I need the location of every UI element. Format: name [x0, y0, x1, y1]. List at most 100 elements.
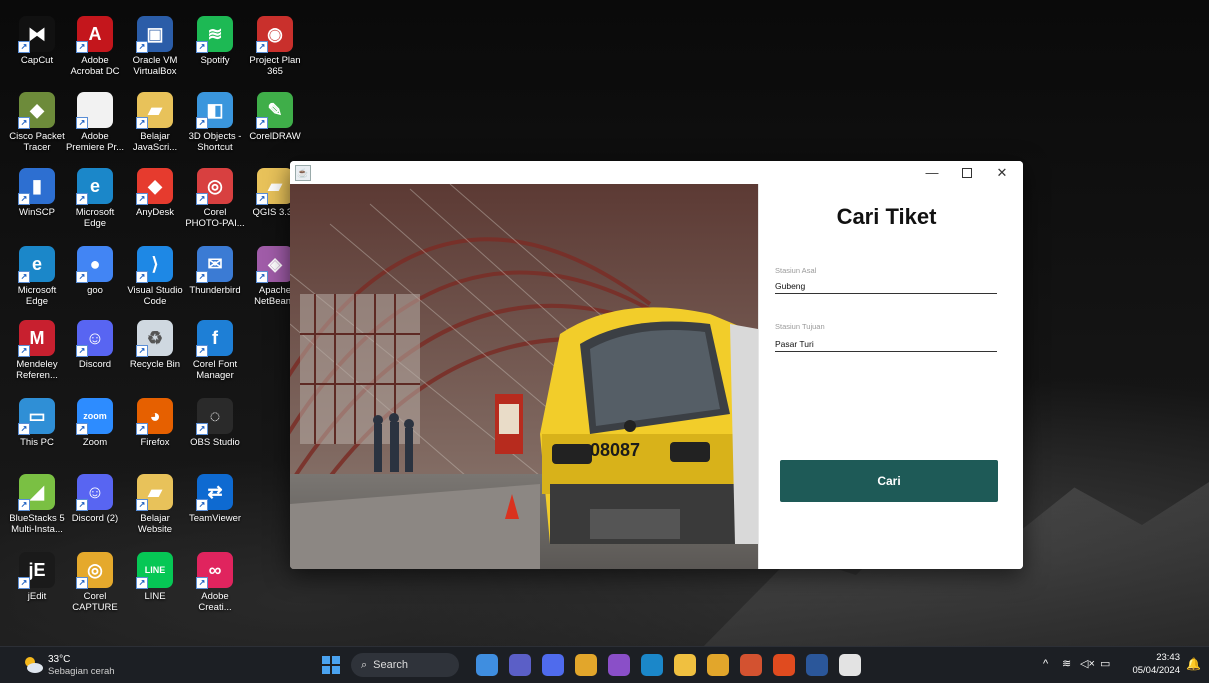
desktop-icon[interactable]: M ↗ Mendeley Referen...: [8, 318, 66, 390]
desktop-icon[interactable]: ⟩ ↗ Visual Studio Code: [126, 244, 184, 316]
desktop-icon-label: Microsoft Edge: [75, 207, 115, 229]
desktop-icon[interactable]: f ↗ Corel Font Manager: [186, 318, 244, 390]
desktop-icon[interactable]: ♻ ↗ Recycle Bin: [126, 318, 184, 390]
desktop-icon[interactable]: e ↗ Microsoft Edge: [8, 244, 66, 316]
chrome-icon[interactable]: [707, 654, 729, 676]
desktop-icon[interactable]: LINE ↗ LINE: [126, 550, 184, 622]
desktop-icon[interactable]: ▭ ↗ This PC: [8, 396, 66, 468]
desktop-icon[interactable]: ✎ ↗ CorelDRAW: [246, 90, 304, 162]
weather-temperature[interactable]: 33°C: [48, 654, 70, 665]
chat-icon[interactable]: [542, 654, 564, 676]
java-icon[interactable]: [839, 654, 861, 676]
desktop-icon[interactable]: ∞ ↗ Adobe Creati...: [186, 550, 244, 622]
firefox-icon: ◕ ↗: [136, 398, 173, 435]
desktop-icon-label: CorelDRAW: [249, 131, 301, 142]
weather-icon[interactable]: [22, 654, 44, 676]
desktop-icon[interactable]: jE ↗ jEdit: [8, 550, 66, 622]
desktop-icon[interactable]: ☺ ↗ Discord (2): [66, 472, 124, 544]
notification-bell-icon[interactable]: 🔔: [1186, 657, 1201, 671]
maximize-icon: [962, 167, 972, 178]
taskbar: 33°C Sebagian cerah ⌕ Search ^ ≋ ◁× ▭ 23…: [0, 646, 1209, 683]
desktop-icon-label: Corel Font Manager: [192, 359, 238, 381]
destination-input[interactable]: [775, 337, 997, 352]
desktop-icon[interactable]: ◆ ↗ AnyDesk: [126, 166, 184, 238]
desktop-icon[interactable]: ◎ ↗ Corel PHOTO-PAI...: [185, 166, 245, 238]
desktop-icon[interactable]: ◢ ↗ BlueStacks 5 Multi-Insta...: [8, 472, 66, 544]
desktop-icon-label: Recycle Bin: [129, 359, 181, 370]
corel-photopaint-icon: ◎ ↗: [196, 168, 233, 205]
battery-icon[interactable]: ▭: [1100, 657, 1110, 670]
weather-description[interactable]: Sebagian cerah: [48, 666, 115, 677]
search-button[interactable]: Cari: [780, 460, 998, 502]
desktop-icon[interactable]: ▣ ↗ Oracle VM VirtualBox: [126, 14, 184, 86]
desktop-icon-label: Microsoft Edge: [17, 285, 57, 307]
clock-time[interactable]: 23:43: [1128, 652, 1180, 663]
search-form: Cari Tiket Stasiun Asal Stasiun Tujuan C…: [758, 184, 1023, 569]
desktop-icon[interactable]: ▰ ↗ Belajar JavaScri...: [126, 90, 184, 162]
desktop-icon[interactable]: e ↗ Microsoft Edge: [66, 166, 124, 238]
desktop-icon[interactable]: ⇄ ↗ TeamViewer: [186, 472, 244, 544]
desktop-icon[interactable]: zoom ↗ Zoom: [66, 396, 124, 468]
edge-icon: e ↗: [76, 168, 113, 205]
desktop-icon[interactable]: ◆ ↗ Cisco Packet Tracer: [8, 90, 66, 162]
desktop-icon[interactable]: ◕ ↗ Firefox: [126, 396, 184, 468]
widgets-icon[interactable]: [476, 654, 498, 676]
adobe-cc-icon: ∞ ↗: [196, 552, 233, 589]
desktop-icon[interactable]: ▰ ↗ Belajar Website: [126, 472, 184, 544]
desktop-icon[interactable]: ↗ Adobe Premiere Pr...: [66, 90, 124, 162]
powerpoint-icon[interactable]: [740, 654, 762, 676]
desktop-icon-label: Zoom: [82, 437, 108, 448]
volume-icon[interactable]: ◁×: [1080, 657, 1095, 670]
office-icon[interactable]: [773, 654, 795, 676]
desktop-icon[interactable]: ⧓ ↗ CapCut: [8, 14, 66, 86]
close-button[interactable]: ✕: [985, 161, 1019, 184]
shortcut-arrow-icon: ↗: [136, 345, 148, 357]
shortcut-arrow-icon: ↗: [76, 423, 88, 435]
minimize-button[interactable]: —: [915, 161, 949, 184]
desktop-icon[interactable]: ☺ ↗ Discord: [66, 318, 124, 390]
desktop-icon[interactable]: ≋ ↗ Spotify: [186, 14, 244, 86]
shortcut-arrow-icon: ↗: [196, 193, 208, 205]
desktop-icon-label: Project Plan 365: [249, 55, 301, 77]
shortcut-arrow-icon: ↗: [76, 271, 88, 283]
thunderbird-icon: ✉ ↗: [196, 246, 233, 283]
train-station-photo: 08087: [290, 184, 758, 569]
desktop-icon[interactable]: ◌ ↗ OBS Studio: [186, 396, 244, 468]
word-icon[interactable]: [806, 654, 828, 676]
desktop-icon[interactable]: ✉ ↗ Thunderbird: [186, 244, 244, 316]
teams-icon[interactable]: [509, 654, 531, 676]
shortcut-arrow-icon: ↗: [196, 577, 208, 589]
window-titlebar[interactable]: ☕ — ✕: [290, 161, 1023, 185]
maximize-button[interactable]: [950, 161, 984, 184]
show-hidden-icons[interactable]: ^: [1043, 658, 1048, 670]
shortcut-arrow-icon: ↗: [136, 423, 148, 435]
edge-icon[interactable]: [641, 654, 663, 676]
desktop-icon[interactable]: ● ↗ goo: [66, 244, 124, 316]
shortcut-arrow-icon: ↗: [136, 41, 148, 53]
start-button[interactable]: [320, 654, 342, 676]
shortcut-arrow-icon: ↗: [18, 193, 30, 205]
teamviewer-icon: ⇄ ↗: [196, 474, 233, 511]
search-icon: ⌕: [361, 658, 368, 671]
clock-date[interactable]: 05/04/2024: [1124, 665, 1180, 676]
chrome-icon[interactable]: [575, 654, 597, 676]
desktop-icon[interactable]: ◉ ↗ Project Plan 365: [246, 14, 304, 86]
shortcut-arrow-icon: ↗: [196, 41, 208, 53]
desktop-icon-label: jEdit: [27, 591, 47, 602]
wifi-icon[interactable]: ≋: [1062, 657, 1071, 670]
cisco-icon: ◆ ↗: [18, 92, 55, 129]
desktop-icon[interactable]: ◎ ↗ Corel CAPTURE: [66, 550, 124, 622]
desktop-icon[interactable]: A ↗ Adobe Acrobat DC: [66, 14, 124, 86]
taskbar-search[interactable]: ⌕ Search: [351, 653, 459, 677]
desktop-icon[interactable]: ▮ ↗ WinSCP: [8, 166, 66, 238]
desktop-icon[interactable]: ◧ ↗ 3D Objects - Shortcut: [186, 90, 244, 162]
desktop-icon-label: Adobe Creati...: [198, 591, 232, 613]
shortcut-arrow-icon: ↗: [136, 117, 148, 129]
origin-input[interactable]: [775, 279, 997, 294]
desktop-icon-label: 3D Objects - Shortcut: [188, 131, 242, 153]
desktop-icon-label: Thunderbird: [189, 285, 241, 296]
file-explorer-icon[interactable]: [674, 654, 696, 676]
corel-capture-icon: ◎ ↗: [76, 552, 113, 589]
vs-icon[interactable]: [608, 654, 630, 676]
minimize-icon: —: [925, 165, 939, 180]
